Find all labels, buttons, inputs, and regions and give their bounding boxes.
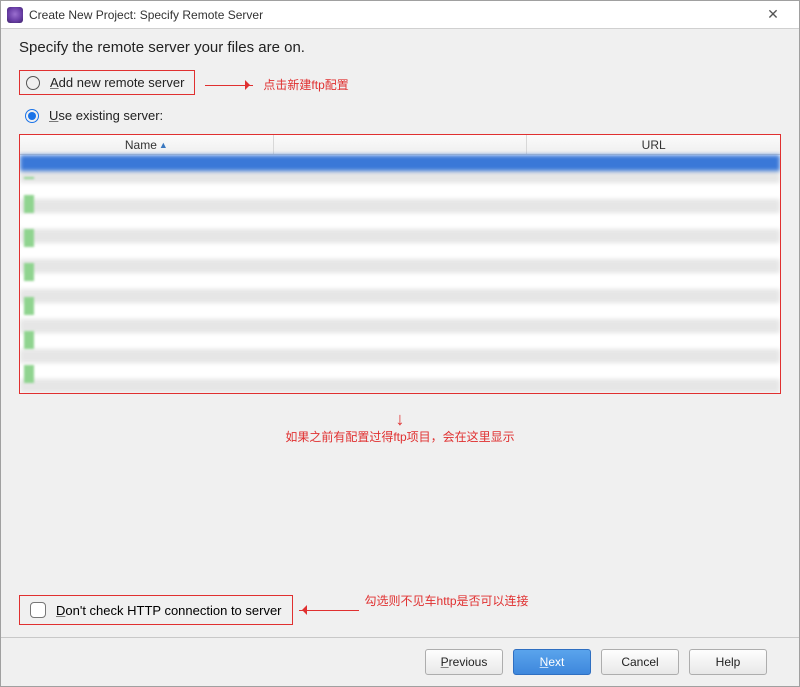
- window-title: Create New Project: Specify Remote Serve…: [29, 8, 753, 22]
- annotation-add-new: 点击新建ftp配置: [263, 76, 348, 93]
- column-header-url[interactable]: URL: [527, 135, 780, 154]
- annotation-arrow-icon: [299, 606, 359, 614]
- close-icon: ✕: [767, 6, 779, 23]
- sort-asc-icon: ▲: [159, 140, 168, 150]
- annotation-arrow-icon: [205, 81, 253, 89]
- radio-use-existing-server[interactable]: Use existing server:: [19, 105, 781, 126]
- cancel-button[interactable]: Cancel: [601, 649, 679, 675]
- table-header: Name▲ URL: [20, 135, 780, 155]
- radio-icon: [26, 76, 40, 90]
- titlebar: Create New Project: Specify Remote Serve…: [1, 1, 799, 29]
- app-icon: [7, 7, 23, 23]
- column-header-name[interactable]: Name▲: [20, 135, 274, 154]
- annotation-http-check: 勾选则不见车http是否可以连接: [365, 592, 529, 609]
- radio-icon: [25, 109, 39, 123]
- dialog-window: Create New Project: Specify Remote Serve…: [0, 0, 800, 687]
- next-button[interactable]: Next: [513, 649, 591, 675]
- previous-button[interactable]: Previous: [425, 649, 503, 675]
- annotation-list-area-text: 如果之前有配置过得ftp项目，会在这里显示: [19, 428, 781, 445]
- dialog-content: Specify the remote server your files are…: [1, 29, 799, 686]
- radio-add-new-remote-server[interactable]: Add new remote server: [19, 70, 195, 95]
- button-bar: Previous Next Cancel Help: [19, 638, 781, 686]
- table-body-redacted: [20, 155, 780, 393]
- annotation-down-arrow-icon: ↓: [19, 410, 781, 428]
- close-button[interactable]: ✕: [753, 1, 793, 28]
- radio-use-existing-label: Use existing server:: [49, 108, 163, 123]
- help-button[interactable]: Help: [689, 649, 767, 675]
- instruction-text: Specify the remote server your files are…: [19, 39, 781, 56]
- checkbox-icon: [30, 602, 46, 618]
- column-header-blank[interactable]: [274, 135, 528, 154]
- annotation-list-area: ↓ 如果之前有配置过得ftp项目，会在这里显示: [19, 410, 781, 445]
- existing-servers-table[interactable]: Name▲ URL: [19, 134, 781, 394]
- radio-add-new-label: Add new remote server: [50, 75, 184, 90]
- checkbox-dont-check-http[interactable]: Don't check HTTP connection to server: [19, 595, 293, 625]
- checkbox-dont-check-http-label: Don't check HTTP connection to server: [56, 603, 282, 618]
